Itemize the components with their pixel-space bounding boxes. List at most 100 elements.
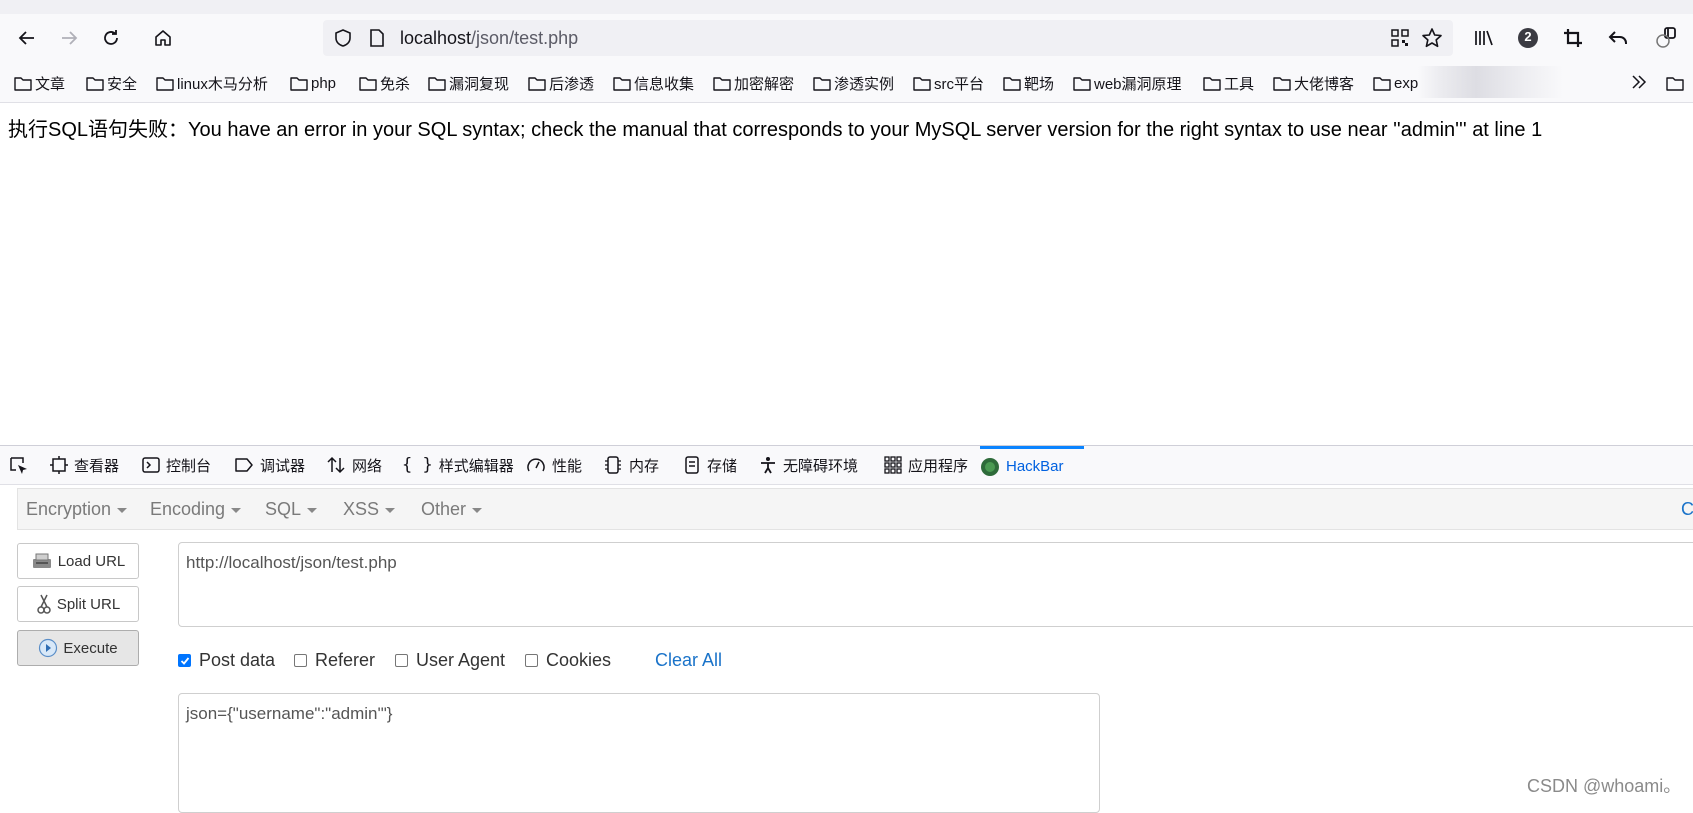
tab-hackbar[interactable]: HackBar [980,446,1084,484]
checkmark-icon [180,656,189,665]
bookmark-folder[interactable]: 安全 [86,72,137,94]
shield-icon[interactable] [333,28,353,48]
user-agent-option[interactable]: User Agent [395,650,505,671]
bookmark-folder[interactable]: 后渗透 [528,72,594,94]
tab-performance[interactable]: 性能 [526,446,582,484]
url-value: http://localhost/json/test.php [186,553,397,572]
button-label: Load URL [57,552,126,570]
tab-label: 存储 [707,457,738,475]
extension-icon [1656,27,1676,48]
folder-icon [290,77,308,91]
load-url-button[interactable]: Load URL [17,543,139,579]
url-text[interactable]: localhost/json/test.php [400,28,578,49]
chevron-double-right-icon[interactable] [1630,74,1648,90]
bookmark-label: 靶场 [1024,75,1055,93]
library-button[interactable] [1468,22,1500,54]
braces-icon: { } [402,455,433,475]
home-icon [155,30,171,46]
bookmarks-toolbar: 文章 安全 linux木马分析 php 免杀 漏洞复现 后渗透 信息收集 加密解… [0,62,1693,103]
reload-button[interactable] [95,22,127,54]
watermark: CSDN @whoami。 [1527,776,1682,796]
url-textarea[interactable]: http://localhost/json/test.php [178,542,1693,627]
address-bar[interactable]: localhost/json/test.php [323,20,1453,56]
bookmark-folder[interactable]: 大佬博客 [1273,72,1354,94]
menu-xss[interactable]: XSS [343,499,396,520]
menu-right-link[interactable]: C [1681,499,1693,520]
tab-storage[interactable]: 存储 [683,446,737,484]
bookmark-folder[interactable]: 文章 [14,72,65,94]
hackbar-menu: Encryption Encoding SQL XSS Other C [17,488,1693,530]
home-button[interactable] [147,22,179,54]
menu-label: Encryption [26,499,112,519]
referer-option[interactable]: Referer [294,650,375,671]
bookmark-folder[interactable]: 渗透实例 [813,72,894,94]
account-badge[interactable]: 2 [1512,22,1544,54]
cookies-checkbox[interactable] [525,654,538,667]
forward-button[interactable] [53,22,85,54]
page-icon[interactable] [368,28,386,48]
post-data-textarea[interactable]: json={"username":"admin'"} [178,693,1100,813]
scissors-icon [37,594,51,614]
menu-other[interactable]: Other [421,499,483,520]
bookmark-label: 信息收集 [634,75,695,93]
page-content: 执行SQL语句失败：You have an error in your SQL … [0,103,1693,445]
option-label: User Agent [416,650,506,670]
cookies-option[interactable]: Cookies [525,650,611,671]
folder-icon [156,77,174,91]
tab-accessibility[interactable]: 无障碍环境 [759,446,858,484]
folder-icon [1373,77,1391,91]
menu-encryption[interactable]: Encryption [26,499,128,520]
element-picker-icon[interactable] [9,456,29,476]
post-data-checkbox[interactable] [178,654,191,667]
bookmark-folder[interactable]: 加密解密 [713,72,794,94]
forward-arrow-icon [62,31,78,45]
load-url-icon [32,553,51,568]
execute-button[interactable]: Execute [17,630,139,666]
menu-encoding[interactable]: Encoding [150,499,242,520]
bookmark-folder[interactable]: exp [1373,72,1418,94]
bookmark-label: linux木马分析 [177,75,268,93]
tab-inspector[interactable]: 查看器 [50,446,119,484]
crop-button[interactable] [1557,22,1589,54]
bookmark-folder[interactable]: php [290,72,336,94]
user-agent-checkbox[interactable] [395,654,408,667]
tab-console[interactable]: 控制台 [142,446,211,484]
folder-icon[interactable] [1666,75,1684,91]
tab-style-editor[interactable]: { } 样式编辑器 [402,446,514,484]
menu-sql[interactable]: SQL [265,499,318,520]
bookmark-label: 安全 [107,75,138,93]
grid-icon [884,456,902,474]
folder-icon [14,77,32,91]
clear-all-link[interactable]: Clear All [655,650,722,671]
star-icon[interactable] [1421,27,1443,49]
option-label: Post data [199,650,276,670]
bookmark-folder[interactable]: 免杀 [359,72,410,94]
back-button[interactable] [11,22,43,54]
tab-label: 内存 [629,457,660,475]
menu-label: SQL [265,499,302,519]
bookmark-label: php [311,74,337,92]
back-arrow-icon [18,31,34,45]
bookmark-folder[interactable]: 靶场 [1003,72,1054,94]
crop-icon [1564,29,1582,47]
referer-checkbox[interactable] [294,654,307,667]
bookmark-label: 漏洞复现 [449,75,510,93]
post-data-option[interactable]: Post data [178,650,275,671]
extension-button[interactable] [1650,22,1682,54]
bookmark-folder[interactable]: 信息收集 [613,72,694,94]
tab-label: 控制台 [166,457,212,475]
split-url-button[interactable]: Split URL [17,586,139,622]
bookmark-folder[interactable]: linux木马分析 [156,72,268,94]
bookmark-folder[interactable]: 工具 [1203,72,1254,94]
bookmark-folder[interactable]: src平台 [913,72,984,94]
tab-network[interactable]: 网络 [326,446,382,484]
url-host: localhost [400,28,472,48]
bookmark-folder[interactable]: web漏洞原理 [1073,72,1182,94]
tab-memory[interactable]: 内存 [603,446,659,484]
qr-code-icon[interactable] [1390,28,1410,48]
tab-debugger[interactable]: 调试器 [234,446,305,484]
menu-label: Encoding [150,499,226,519]
tab-application[interactable]: 应用程序 [884,446,968,484]
undo-button[interactable] [1602,22,1634,54]
bookmark-folder[interactable]: 漏洞复现 [428,72,509,94]
